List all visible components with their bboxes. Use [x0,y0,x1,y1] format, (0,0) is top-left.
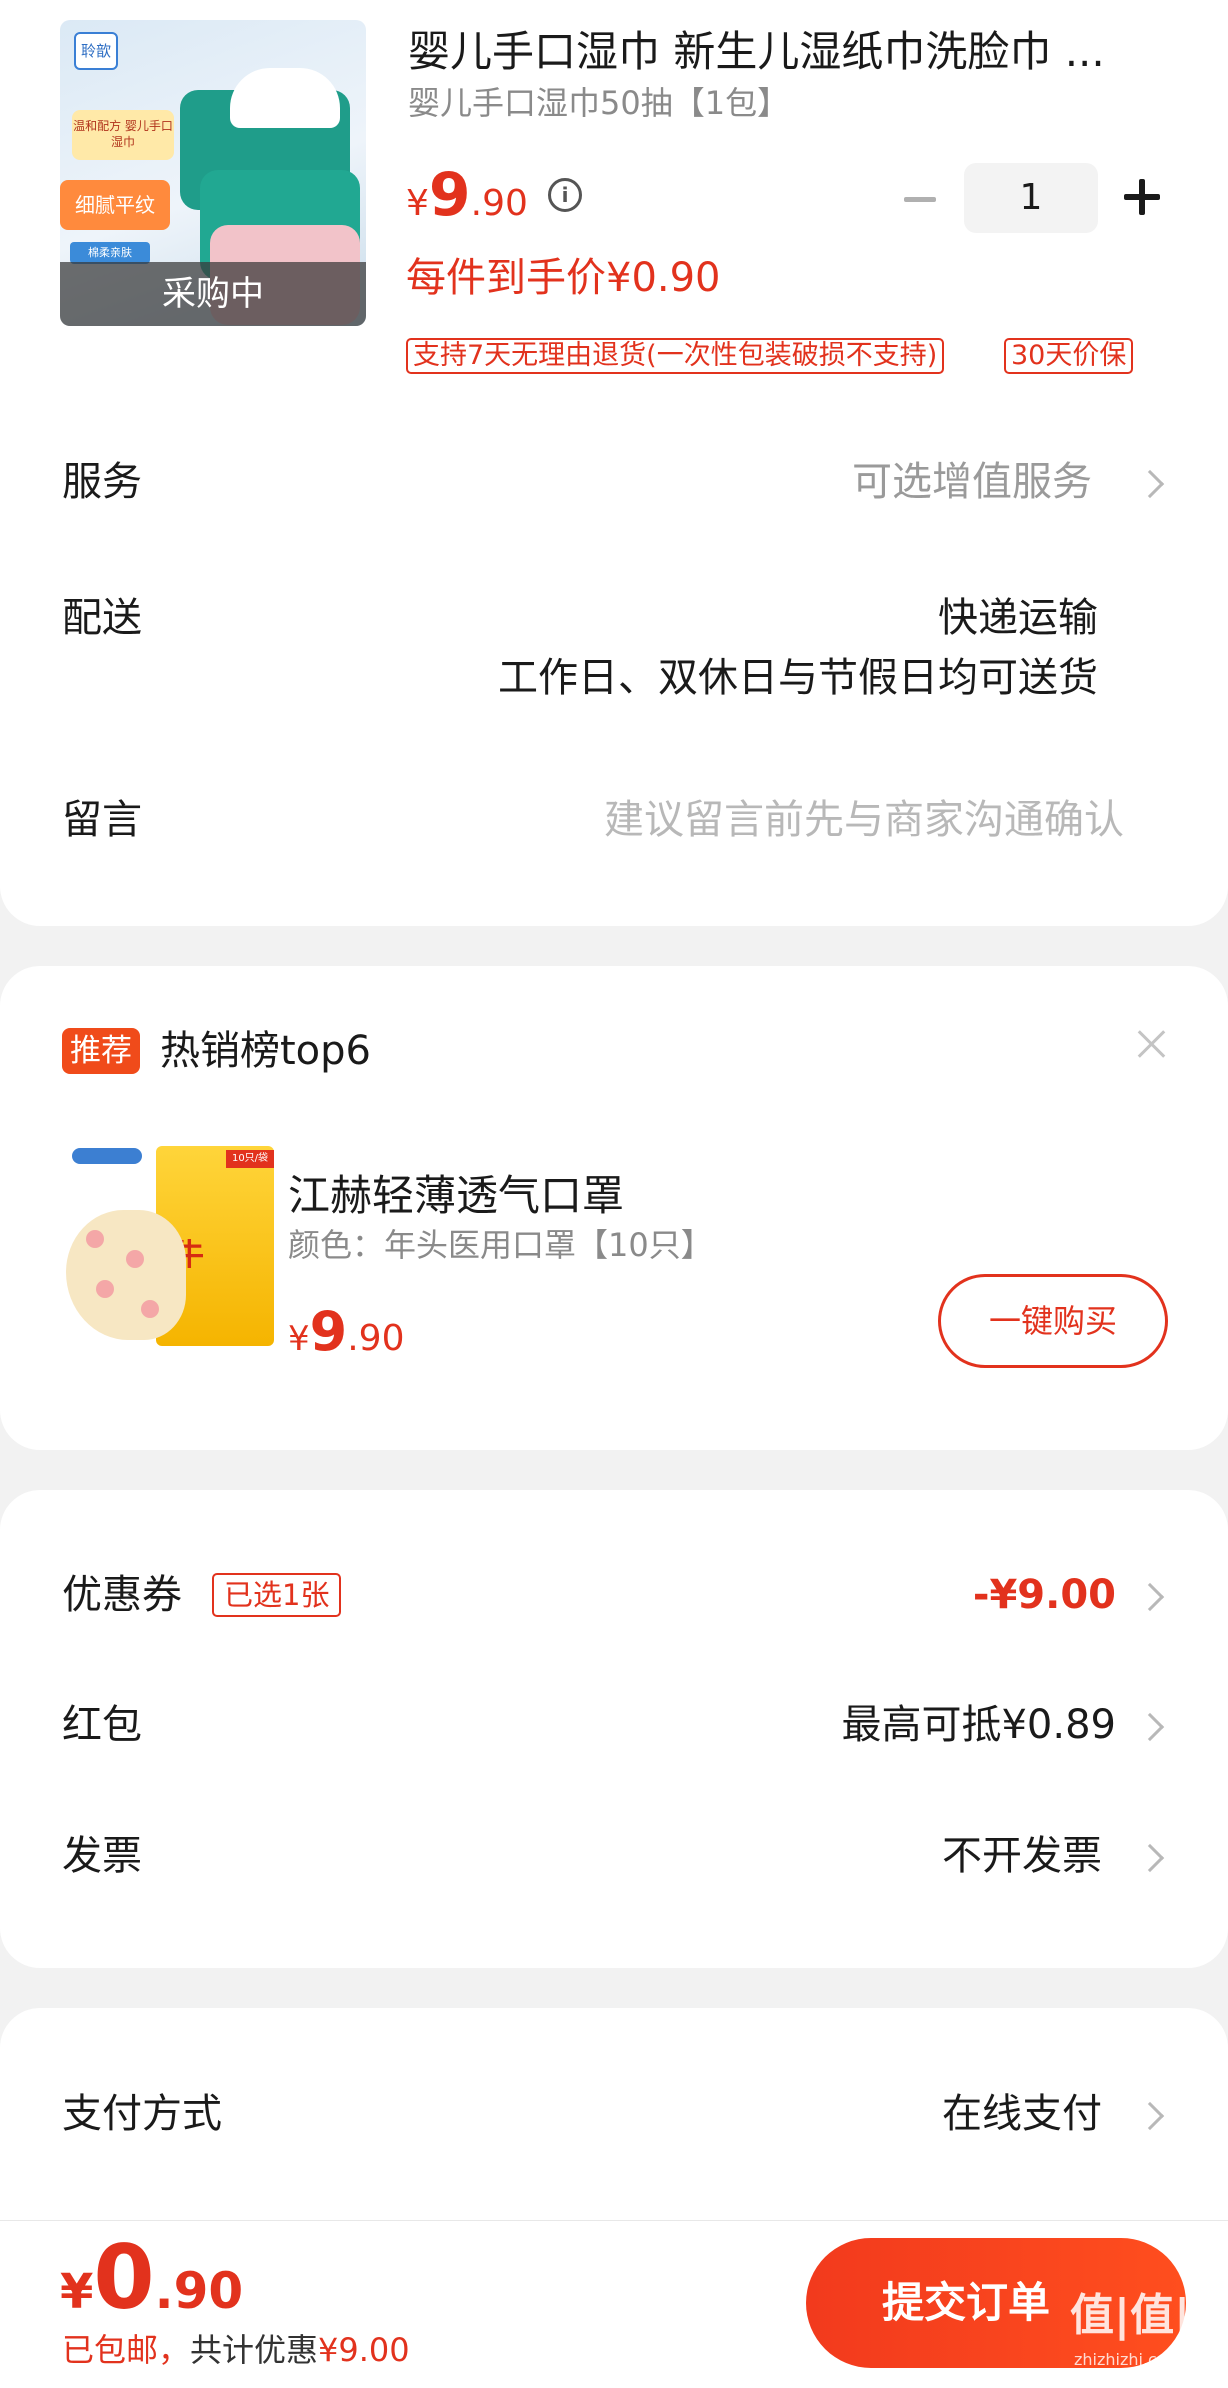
recommend-title: 热销榜top6 [160,1028,371,1074]
mask-pattern-dot [96,1280,114,1298]
service-label: 服务 [62,459,142,505]
increase-quantity-button[interactable] [1122,177,1162,217]
product-spec[interactable]: 婴儿手口湿巾50抽【1包】 [408,80,789,126]
coupon-label: 优惠券 [62,1572,182,1618]
purchasing-overlay: 采购中 [60,262,366,326]
thumb-brand-logo: 聆歆 [74,32,118,70]
redpack-label: 红包 [62,1702,142,1748]
price-currency: ¥ [288,1319,310,1359]
delivery-method: 快递运输 [938,595,1098,641]
mask-pattern-dot [126,1250,144,1268]
invoice-value[interactable]: 不开发票 [942,1826,1102,1886]
shipping-text: 已包邮， [62,2331,191,2369]
price-decimal: .90 [154,2262,244,2320]
mask-shape [66,1210,186,1340]
thumb-tissue [230,68,340,128]
per-item-final-price: 每件到手价¥0.90 [406,255,721,301]
redpack-value[interactable]: 最高可抵¥0.89 [841,1695,1116,1755]
bag-label: 10只/袋 [226,1150,274,1168]
payment-label: 支付方式 [62,2091,222,2137]
message-input[interactable]: 建议留言前先与商家沟通确认 [604,790,1124,850]
shipping-saving-note: 已包邮，共计优惠¥9.00 [62,2328,410,2372]
total-price: ¥0.90 [60,2226,243,2329]
price-decimal: .90 [347,1318,405,1359]
price-currency: ¥ [406,183,429,224]
service-chevron-icon[interactable] [1135,469,1165,499]
coupon-value[interactable]: -¥9.00 [973,1565,1116,1625]
recommend-product-name[interactable]: 江赫轻薄透气口罩 [288,1166,624,1226]
thumb-tag: 棉柔亲肤 [70,242,150,264]
quantity-input[interactable]: 1 [964,163,1098,233]
saving-value: ¥9.00 [318,2331,410,2369]
delivery-label: 配送 [62,595,142,641]
decrease-quantity-button[interactable] [900,180,940,220]
mask-pattern-dot [86,1230,104,1248]
price-decimal: .90 [470,183,528,224]
recommend-price: ¥9.90 [288,1300,404,1363]
price-integer: 0 [93,2226,155,2329]
product-price: ¥9.90 [406,160,528,230]
thumb-tag: 温和配方 婴儿手口湿巾 [72,110,174,160]
price-protect-badge: 30天价保 [1004,338,1134,374]
service-value[interactable]: 可选增值服务 [852,452,1092,512]
thumb-tag: 细腻平纹 [60,180,170,230]
order-confirm-page: 聆歆 温和配方 婴儿手口湿巾 细腻平纹 棉柔亲肤 采购中 婴儿手口湿巾 新生儿湿… [0,0,1228,2388]
product-image[interactable]: 聆歆 温和配方 婴儿手口湿巾 细腻平纹 棉柔亲肤 采购中 [60,20,366,326]
mask-pattern-dot [141,1300,159,1318]
price-currency: ¥ [60,2264,94,2320]
payment-value[interactable]: 在线支付 [942,2084,1102,2144]
invoice-label: 发票 [62,1833,142,1879]
price-integer: 9 [309,1300,348,1363]
product-title[interactable]: 婴儿手口湿巾 新生儿湿纸巾洗脸巾 ... [408,22,1148,82]
close-icon[interactable] [1134,1026,1170,1062]
message-label: 留言 [62,797,142,843]
saving-label: 共计优惠 [190,2331,319,2369]
price-integer: 9 [428,160,471,230]
recommend-product-spec: 颜色：年头医用口罩【10只】 [288,1226,713,1264]
info-icon[interactable]: i [548,178,582,212]
recommend-brand-logo [72,1148,142,1164]
recommend-product-image[interactable]: 10只/袋 牛 [66,1140,276,1350]
delivery-note: 工作日、双休日与节假日均可送货 [498,655,1098,701]
one-click-buy-button[interactable]: 一键购买 [938,1274,1168,1368]
watermark-url: zhizhizhi.com [1074,2350,1183,2369]
recommend-tag: 推荐 [62,1028,140,1074]
product-card: 聆歆 温和配方 婴儿手口湿巾 细腻平纹 棉柔亲肤 采购中 婴儿手口湿巾 新生儿湿… [0,0,1228,926]
coupon-selected-badge: 已选1张 [212,1573,342,1617]
return-policy-badge: 支持7天无理由退货(一次性包装破损不支持) [406,338,945,374]
